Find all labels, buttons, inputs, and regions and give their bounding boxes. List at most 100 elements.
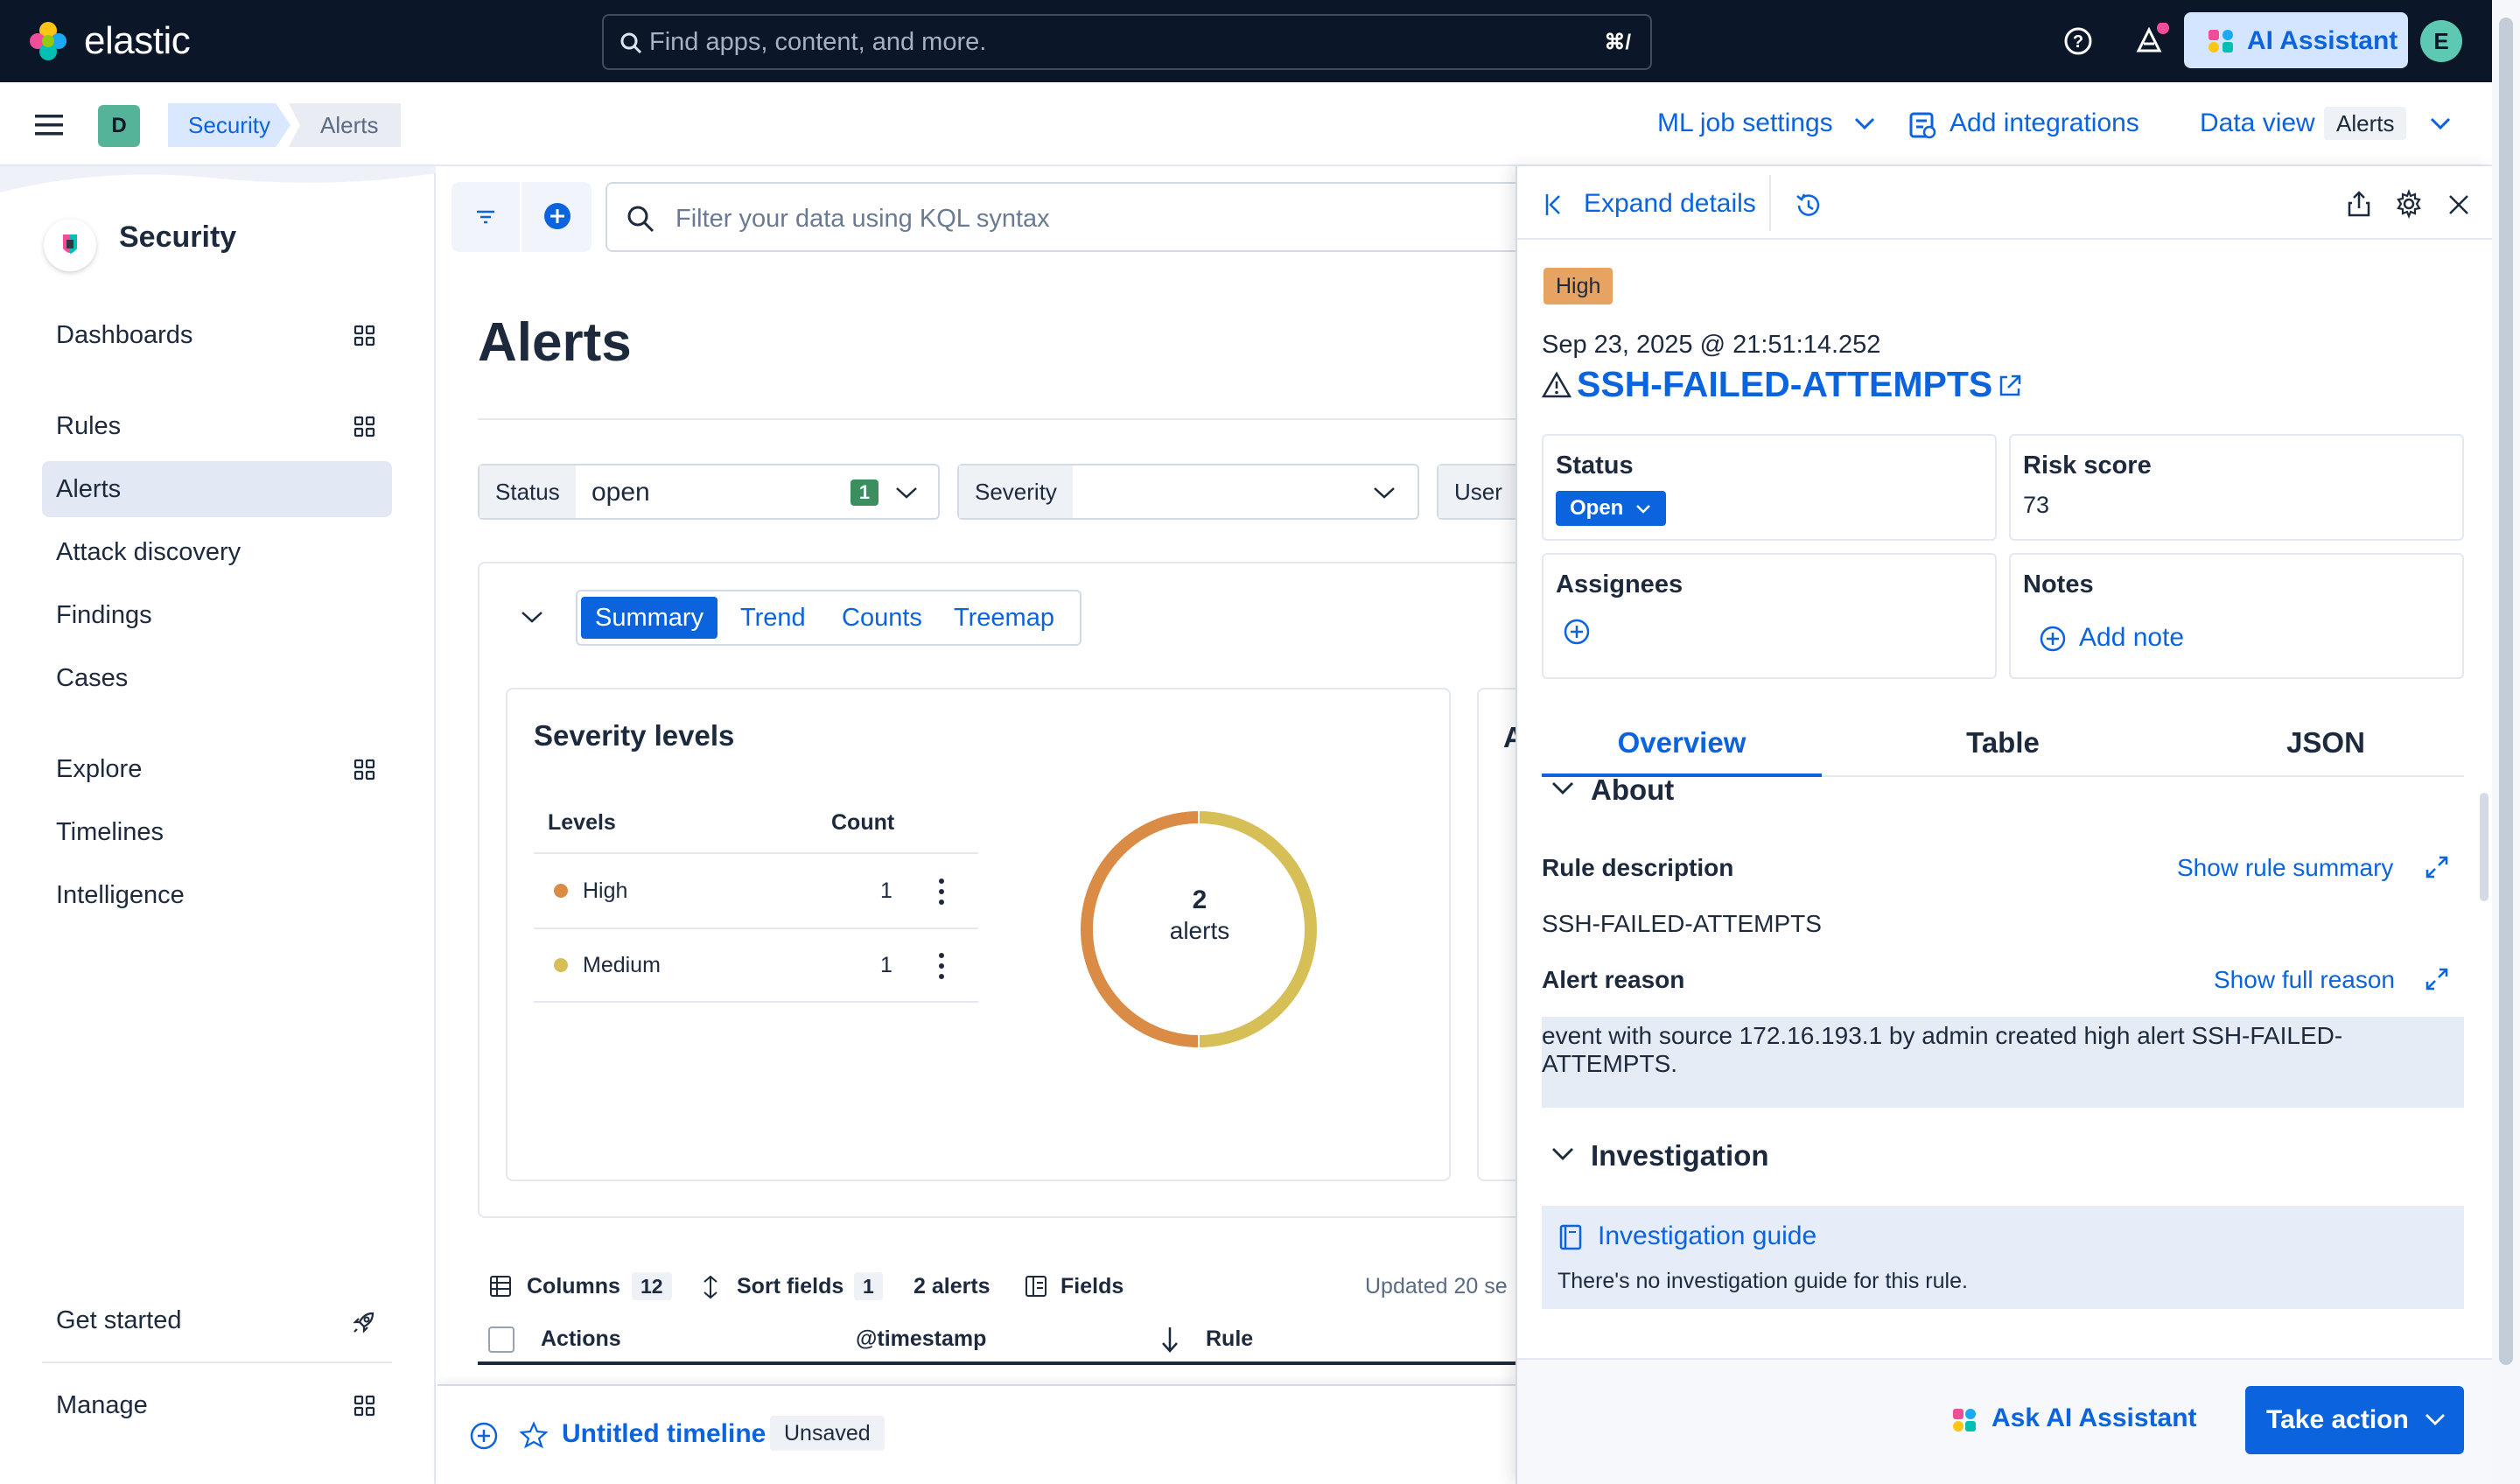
brand-name[interactable]: elastic <box>84 19 191 63</box>
tab-treemap[interactable]: Treemap <box>940 597 1068 639</box>
add-note-icon[interactable] <box>2039 625 2067 653</box>
ask-ai-assistant-button[interactable]: Ask AI Assistant <box>1992 1404 2197 1433</box>
news-feed-icon[interactable] <box>2133 23 2172 58</box>
more-actions-icon[interactable] <box>933 951 950 981</box>
help-icon[interactable]: ? <box>2062 24 2095 58</box>
tab-counts[interactable]: Counts <box>828 597 936 639</box>
expand-icon[interactable] <box>2424 966 2450 992</box>
add-timeline-icon[interactable] <box>469 1421 499 1451</box>
add-note-button[interactable]: Add note <box>2079 623 2184 653</box>
scrollbar-thumb[interactable] <box>2499 18 2513 1365</box>
gear-icon[interactable] <box>2394 189 2424 219</box>
hamburger-menu-icon[interactable] <box>33 112 65 138</box>
add-assignee-icon[interactable] <box>1563 618 1591 646</box>
page-scrollbar[interactable] <box>2492 0 2520 1484</box>
severity-level-medium[interactable]: Medium <box>583 953 661 978</box>
add-integrations-button[interactable]: Add integrations <box>1950 108 2139 138</box>
tab-overview[interactable]: Overview <box>1542 726 1822 760</box>
global-search-input[interactable]: Find apps, content, and more. ⌘/ <box>602 14 1652 70</box>
sidebar-item-label: Findings <box>56 601 152 629</box>
chevron-down-icon <box>1372 485 1396 500</box>
select-all-checkbox[interactable] <box>488 1326 514 1353</box>
add-filter-icon[interactable] <box>542 201 572 231</box>
column-header-timestamp[interactable]: @timestamp <box>856 1326 986 1352</box>
fields-button[interactable]: Fields <box>1060 1274 1124 1299</box>
breadcrumb-security[interactable]: Security <box>168 103 290 147</box>
apps-grid-icon[interactable] <box>354 325 376 347</box>
kql-search-input[interactable]: Filter your data using KQL syntax <box>606 182 1568 252</box>
sidebar-item-label: Rules <box>56 412 122 440</box>
user-filter-label: User <box>1438 466 1518 518</box>
filter-options-icon[interactable] <box>474 206 497 228</box>
investigation-section-title[interactable]: Investigation <box>1591 1139 1769 1172</box>
sort-fields-button[interactable]: Sort fields <box>737 1274 844 1299</box>
close-icon[interactable] <box>2446 192 2471 217</box>
sidebar-item-manage[interactable]: Manage <box>42 1377 392 1433</box>
elastic-logo-icon[interactable] <box>26 19 70 63</box>
sidebar-item-label: Attack discovery <box>56 538 242 566</box>
sidebar-item-cases[interactable]: Cases <box>42 650 392 706</box>
sidebar-item-get-started[interactable]: Get started <box>42 1292 392 1348</box>
kql-placeholder: Filter your data using KQL syntax <box>676 205 1050 233</box>
show-rule-summary-link[interactable]: Show rule summary <box>2177 854 2393 882</box>
show-full-reason-link[interactable]: Show full reason <box>2214 966 2395 994</box>
sort-descending-icon[interactable] <box>1160 1325 1180 1354</box>
column-header-rule[interactable]: Rule <box>1206 1326 1253 1352</box>
about-section-title[interactable]: About <box>1591 774 1674 807</box>
history-icon[interactable] <box>1794 191 1824 220</box>
sidebar-item-findings[interactable]: Findings <box>42 587 392 643</box>
page-title: Alerts <box>478 312 632 373</box>
integrations-icon[interactable] <box>1908 110 1937 140</box>
tab-json[interactable]: JSON <box>2188 726 2464 760</box>
columns-button[interactable]: Columns <box>527 1274 620 1299</box>
ai-assistant-label: AI Assistant <box>2247 26 2398 55</box>
external-link-icon[interactable] <box>1997 373 2023 399</box>
status-filter-count: 1 <box>850 480 878 506</box>
flyout-scrollbar[interactable] <box>2480 793 2488 901</box>
severity-filter[interactable]: Severity <box>957 464 1419 520</box>
sidebar-title: Security <box>119 220 237 254</box>
search-placeholder: Find apps, content, and more. <box>649 28 987 56</box>
sidebar-item-dashboards[interactable]: Dashboards <box>42 307 392 363</box>
take-action-button[interactable]: Take action <box>2245 1386 2464 1454</box>
tab-trend[interactable]: Trend <box>726 597 820 639</box>
status-filter[interactable]: Status open 1 <box>478 464 940 520</box>
sidebar-item-label: Get started <box>56 1306 182 1334</box>
ml-job-settings-button[interactable]: ML job settings <box>1657 108 1833 138</box>
apps-grid-icon[interactable] <box>354 759 376 781</box>
timeline-title[interactable]: Untitled timeline <box>562 1419 766 1449</box>
expand-icon[interactable] <box>2424 854 2450 880</box>
tab-table[interactable]: Table <box>1869 726 2137 760</box>
search-icon <box>618 30 644 56</box>
tab-summary[interactable]: Summary <box>581 597 718 639</box>
rocket-icon <box>352 1310 376 1334</box>
sidebar-item-attack-discovery[interactable]: Attack discovery <box>42 524 392 580</box>
investigation-guide-link[interactable]: Investigation guide <box>1598 1222 1816 1251</box>
sidebar-item-timelines[interactable]: Timelines <box>42 804 392 860</box>
share-icon[interactable] <box>2345 189 2373 219</box>
rule-name-link[interactable]: SSH-FAILED-ATTEMPTS <box>1577 364 1992 405</box>
sidebar-item-intelligence[interactable]: Intelligence <box>42 867 392 923</box>
assignees-title: Assignees <box>1556 570 1684 598</box>
sidebar-item-rules[interactable]: Rules <box>42 398 392 454</box>
more-actions-icon[interactable] <box>933 877 950 906</box>
expand-left-icon[interactable] <box>1542 191 1570 219</box>
severity-level-high[interactable]: High <box>583 878 627 904</box>
chevron-down-icon[interactable] <box>1550 1146 1575 1162</box>
apps-grid-icon[interactable] <box>354 1395 376 1418</box>
ai-assistant-button[interactable]: AI Assistant <box>2184 12 2408 68</box>
apps-grid-icon[interactable] <box>354 416 376 438</box>
space-avatar[interactable]: D <box>98 105 140 147</box>
data-view-label[interactable]: Data view <box>2200 108 2315 138</box>
chevron-down-icon[interactable] <box>2429 116 2452 131</box>
chevron-down-icon[interactable] <box>1550 780 1575 796</box>
user-avatar[interactable]: E <box>2420 20 2462 62</box>
chevron-down-icon[interactable] <box>1853 116 1876 131</box>
favorite-star-icon[interactable] <box>520 1421 548 1449</box>
expand-details-button[interactable]: Expand details <box>1584 189 1756 219</box>
sidebar-item-explore[interactable]: Explore <box>42 741 392 797</box>
chevron-down-icon[interactable] <box>520 609 544 625</box>
sidebar-item-alerts[interactable]: Alerts <box>42 461 392 517</box>
data-view-value[interactable]: Alerts <box>2324 107 2407 140</box>
status-dropdown-button[interactable]: Open <box>1556 491 1667 526</box>
